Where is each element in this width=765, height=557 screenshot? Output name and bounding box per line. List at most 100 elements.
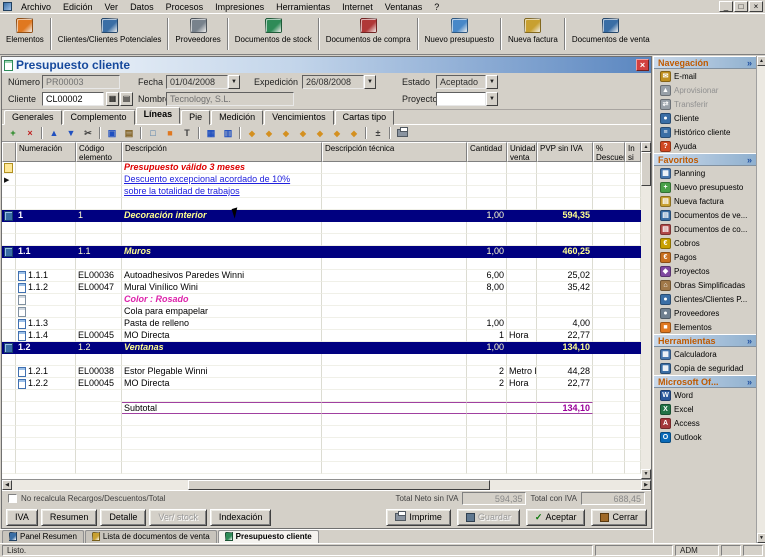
cell-pvp[interactable]: 44,28 [537, 366, 593, 378]
cell-disc[interactable] [593, 354, 625, 366]
column-header-pvp[interactable]: PVP sin IVA [537, 142, 593, 162]
menu-item-impresiones[interactable]: Impresiones [209, 1, 270, 13]
sidebar-item-ayuda[interactable]: ?Ayuda [654, 139, 756, 153]
vertical-scroll-thumb[interactable] [641, 152, 651, 186]
cell-unit[interactable] [507, 234, 537, 246]
row-gutter[interactable] [2, 246, 16, 258]
row-gutter[interactable] [2, 198, 16, 210]
cell-desc[interactable]: Ventanas [122, 342, 322, 354]
cell-tech[interactable] [322, 258, 467, 270]
cell-desc[interactable] [122, 450, 322, 462]
cell-qty[interactable] [467, 438, 507, 450]
tab-generales[interactable]: Generales [4, 110, 62, 125]
cell-desc[interactable] [122, 414, 322, 426]
cell-unit[interactable] [507, 294, 537, 306]
cell-qty[interactable] [467, 222, 507, 234]
column-header-qty[interactable]: Cantidad [467, 142, 507, 162]
cell-num[interactable]: 1.2.1 [16, 366, 76, 378]
grid-row-1.1[interactable]: 1.11.1Muros1,00460,25 [2, 246, 641, 258]
sidebar-item-transferir[interactable]: ⇄Transferir [654, 97, 756, 111]
cell-tech[interactable] [322, 414, 467, 426]
row-gutter[interactable] [2, 402, 16, 414]
panel-close-icon[interactable]: × [636, 59, 649, 71]
cell-tech[interactable] [322, 318, 467, 330]
cell-in[interactable] [625, 222, 641, 234]
row-gutter[interactable] [2, 450, 16, 462]
grid-row[interactable] [2, 462, 641, 474]
nav-first-icon[interactable]: ◆ [244, 126, 260, 140]
sidebar-item-planning[interactable]: ▦Planning [654, 166, 756, 180]
cell-in[interactable] [625, 378, 641, 390]
nav-next-line-icon[interactable]: ◆ [312, 126, 328, 140]
grid-row[interactable] [2, 390, 641, 402]
row-gutter[interactable] [2, 414, 16, 426]
cell-pvp[interactable] [537, 234, 593, 246]
cell-in[interactable] [625, 426, 641, 438]
cell-disc[interactable] [593, 426, 625, 438]
cell-unit[interactable] [507, 270, 537, 282]
row-gutter[interactable] [2, 258, 16, 270]
cell-num[interactable] [16, 186, 76, 198]
cell-num[interactable] [16, 414, 76, 426]
cell-num[interactable] [16, 258, 76, 270]
cell-in[interactable] [625, 198, 641, 210]
grid-row[interactable] [2, 222, 641, 234]
cell-tech[interactable] [322, 198, 467, 210]
cell-code[interactable]: EL00038 [76, 366, 122, 378]
fecha-dropdown-icon[interactable]: ▼ [228, 75, 240, 89]
cell-num[interactable] [16, 462, 76, 474]
insert-chapter-icon[interactable]: □ [145, 126, 161, 140]
row-gutter[interactable] [2, 378, 16, 390]
view-grid-icon[interactable]: ▦ [203, 126, 219, 140]
cell-qty[interactable] [467, 198, 507, 210]
grid-row-1.1.2[interactable]: 1.1.2EL00047Mural Vinílico Wini8,0035,42 [2, 282, 641, 294]
cell-tech[interactable] [322, 210, 467, 222]
cell-qty[interactable]: 1,00 [467, 210, 507, 222]
row-gutter[interactable] [2, 426, 16, 438]
cell-tech[interactable] [322, 246, 467, 258]
cell-pvp[interactable]: 4,00 [537, 318, 593, 330]
cell-code[interactable] [76, 438, 122, 450]
sidebar-item-access[interactable]: AAccess [654, 416, 756, 430]
cell-pvp[interactable] [537, 354, 593, 366]
cell-pvp[interactable]: 35,42 [537, 282, 593, 294]
cell-desc[interactable]: Muros [122, 246, 322, 258]
cell-in[interactable] [625, 462, 641, 474]
cell-qty[interactable] [467, 306, 507, 318]
cell-in[interactable] [625, 174, 641, 186]
sidebar-item-elementos[interactable]: ■Elementos [654, 320, 756, 334]
nav-next-chapter-icon[interactable]: ◆ [329, 126, 345, 140]
row-gutter[interactable] [2, 210, 16, 222]
cell-code[interactable] [76, 294, 122, 306]
cell-unit[interactable] [507, 462, 537, 474]
cell-in[interactable] [625, 414, 641, 426]
cell-disc[interactable] [593, 294, 625, 306]
cell-pvp[interactable] [537, 258, 593, 270]
cell-tech[interactable] [322, 378, 467, 390]
button-ver-stock[interactable]: Ver/ stock [149, 509, 207, 526]
cell-qty[interactable] [467, 462, 507, 474]
grid-row[interactable] [2, 258, 641, 270]
column-header-tech[interactable]: Descripción técnica [322, 142, 467, 162]
cell-disc[interactable] [593, 450, 625, 462]
cell-desc[interactable] [122, 462, 322, 474]
cell-tech[interactable] [322, 162, 467, 174]
cell-in[interactable] [625, 234, 641, 246]
cell-qty[interactable] [467, 402, 507, 414]
cell-disc[interactable] [593, 390, 625, 402]
cell-unit[interactable] [507, 282, 537, 294]
cell-desc[interactable] [122, 390, 322, 402]
cell-unit[interactable] [507, 354, 537, 366]
nombre-field[interactable]: Tecnology, S.L. [166, 92, 294, 106]
grid-row[interactable]: Presupuesto válido 3 meses [2, 162, 641, 174]
cell-pvp[interactable] [537, 174, 593, 186]
cell-num[interactable]: 1.1.1 [16, 270, 76, 282]
cell-num[interactable]: 1.1.4 [16, 330, 76, 342]
nav-prev-chapter-icon[interactable]: ◆ [261, 126, 277, 140]
cell-code[interactable] [76, 354, 122, 366]
cell-in[interactable] [625, 354, 641, 366]
cliente-lookup-icon[interactable]: ▦ [106, 92, 119, 106]
menu-item-ver[interactable]: Ver [99, 1, 125, 13]
grid-row[interactable] [2, 234, 641, 246]
cell-unit[interactable]: Metro li [507, 366, 537, 378]
